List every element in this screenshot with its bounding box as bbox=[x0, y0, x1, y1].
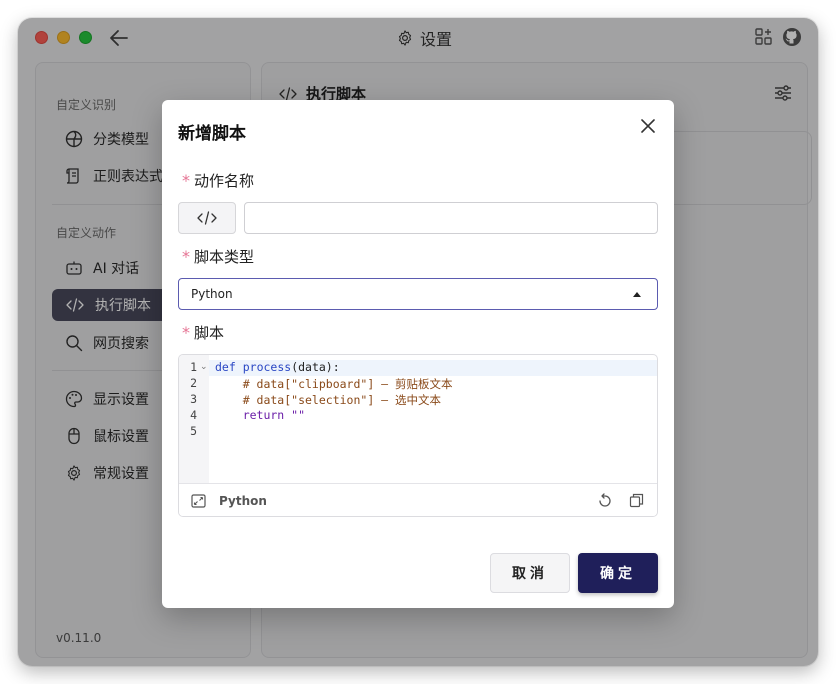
confirm-button[interactable]: 确定 bbox=[578, 553, 658, 593]
new-script-dialog: 新增脚本 * 动作名称 * 脚本类型 Python * 脚本 1 ⌄ 2 3 4… bbox=[162, 100, 674, 608]
action-name-label: * 动作名称 bbox=[182, 170, 254, 191]
code-line: # data["clipboard"] — 剪贴板文本 bbox=[215, 377, 453, 391]
required-mark: * bbox=[182, 171, 190, 190]
line-number: 4 bbox=[190, 408, 197, 422]
code-line: return "" bbox=[215, 408, 306, 422]
script-label-text: 脚本 bbox=[194, 324, 225, 342]
code-line: def process(data): bbox=[215, 360, 340, 374]
caret-up-icon bbox=[633, 292, 641, 297]
script-type-label-text: 脚本类型 bbox=[194, 248, 255, 266]
code-editor[interactable]: 1 ⌄ 2 3 4 5 def process(data): # data["c… bbox=[178, 354, 658, 517]
script-type-label: * 脚本类型 bbox=[182, 246, 254, 267]
code-line: # data["selection"] — 选中文本 bbox=[215, 393, 442, 407]
script-type-select[interactable]: Python bbox=[178, 278, 658, 310]
editor-language: Python bbox=[219, 494, 267, 508]
line-number: 5 bbox=[190, 424, 197, 438]
icon-picker-button[interactable] bbox=[178, 202, 236, 234]
line-number: 2 bbox=[190, 376, 197, 390]
reset-icon[interactable] bbox=[597, 493, 613, 509]
close-icon[interactable] bbox=[640, 118, 656, 134]
required-mark: * bbox=[182, 323, 190, 342]
line-number: 3 bbox=[190, 392, 197, 406]
code-icon bbox=[197, 211, 217, 225]
editor-footer: Python bbox=[179, 483, 657, 516]
cancel-button[interactable]: 取消 bbox=[490, 553, 570, 593]
script-type-value: Python bbox=[191, 287, 233, 301]
copy-icon[interactable] bbox=[629, 493, 644, 508]
dialog-title: 新增脚本 bbox=[178, 124, 246, 144]
expand-icon[interactable] bbox=[191, 494, 206, 508]
script-label: * 脚本 bbox=[182, 322, 224, 343]
fold-chevron-icon[interactable]: ⌄ bbox=[200, 362, 208, 372]
required-mark: * bbox=[182, 247, 190, 266]
action-name-input[interactable] bbox=[244, 202, 658, 234]
line-number: 1 bbox=[190, 360, 197, 374]
action-name-label-text: 动作名称 bbox=[194, 172, 255, 190]
